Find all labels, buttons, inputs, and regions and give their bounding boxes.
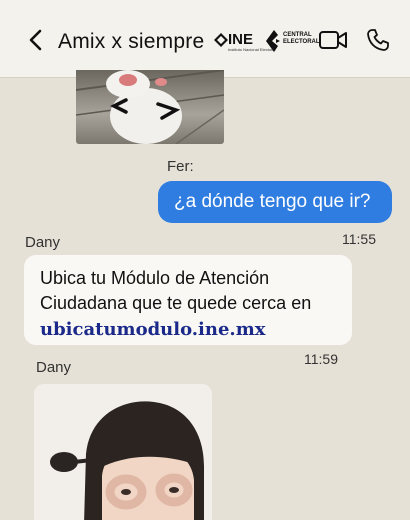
central-electoral-logo: CENTRAL ELECTORAL xyxy=(266,28,320,54)
ine-logo-text: INE xyxy=(228,31,254,48)
ine-logo-icon xyxy=(214,33,228,47)
sender-name-dany-2: Dany xyxy=(36,359,72,376)
sender-name-dany: Dany xyxy=(25,234,61,251)
ine-logo: INE Instituto Nacional Electoral xyxy=(214,30,275,54)
central-electoral-logo-icon xyxy=(266,30,280,52)
chat-title[interactable]: Amix x siempre xyxy=(58,30,204,54)
incoming-message-text: Ubica tu Módulo de Atención Ciudadana qu… xyxy=(40,268,312,313)
child-photo[interactable] xyxy=(34,384,212,520)
sender-name-fer: Fer: xyxy=(167,158,194,175)
message-timestamp-2: 11:59 xyxy=(304,351,338,367)
message-timestamp: 11:55 xyxy=(342,231,376,247)
ce-logo-line1: CENTRAL xyxy=(283,32,312,38)
chat-header: Amix x siempre INE Instituto Nacional El… xyxy=(0,0,410,78)
kitten-photo[interactable] xyxy=(76,70,224,144)
incoming-message[interactable]: Ubica tu Módulo de Atención Ciudadana qu… xyxy=(24,255,352,345)
ce-logo-line2: ELECTORAL xyxy=(283,39,320,45)
outgoing-message[interactable]: ¿a dónde tengo que ir? xyxy=(158,181,392,223)
ine-module-link[interactable]: ubicatumodulo.ine.mx xyxy=(40,317,338,342)
phone-icon[interactable] xyxy=(366,28,390,52)
chevron-left-icon[interactable] xyxy=(26,26,46,54)
video-camera-icon[interactable] xyxy=(318,29,348,51)
